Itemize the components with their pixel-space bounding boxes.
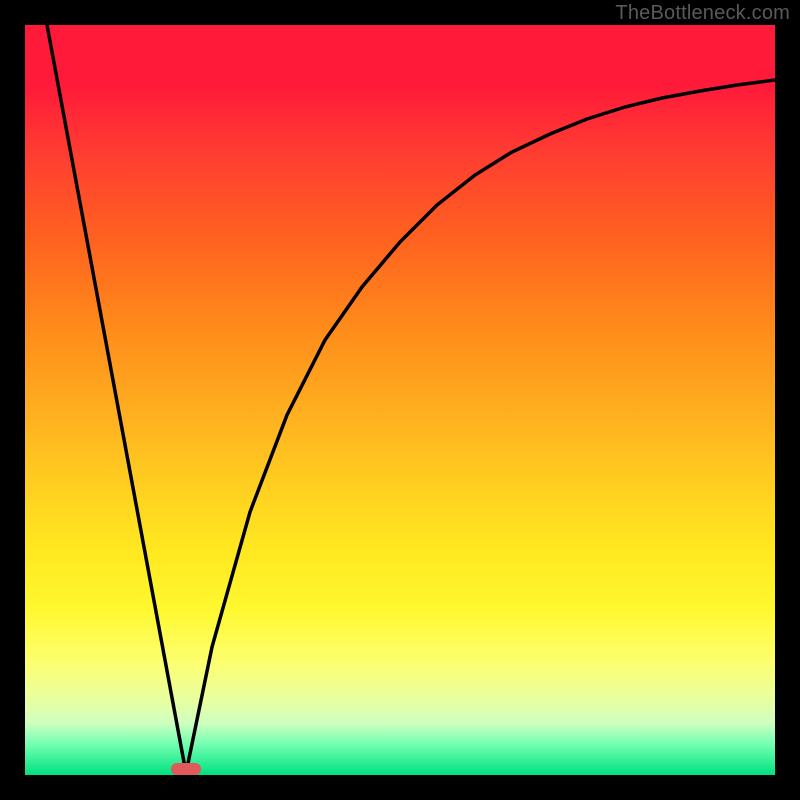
minimum-marker [171,763,201,775]
watermark-text: TheBottleneck.com [615,2,790,25]
chart-frame: TheBottleneck.com [0,0,800,800]
curve-left-segment [47,25,186,773]
curve-right-segment [186,80,775,773]
bottleneck-curve [25,25,775,775]
